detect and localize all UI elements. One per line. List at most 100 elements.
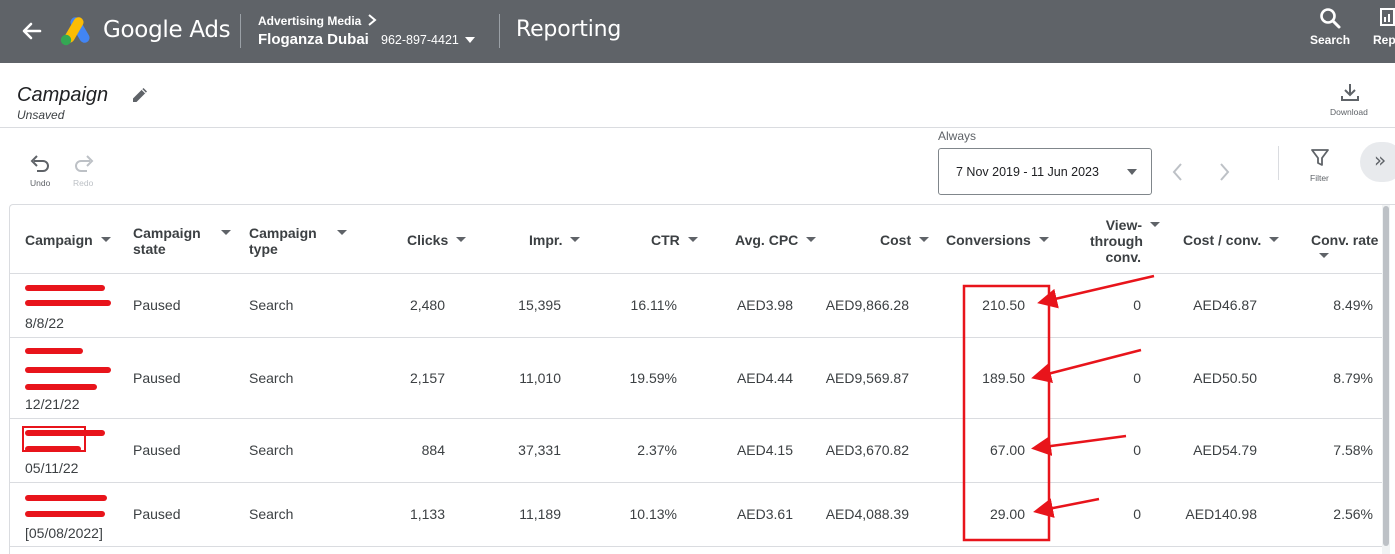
clicks-value: 2,157 — [409, 370, 445, 386]
sort-caret-icon — [336, 229, 347, 235]
ctr-value: 2.37% — [637, 442, 677, 458]
undo-button-label[interactable]: Undo — [30, 178, 50, 188]
column-header-impressions[interactable]: Impr. — [529, 232, 581, 248]
redaction-mark — [25, 300, 111, 306]
campaign-type: Search — [249, 297, 294, 313]
column-header-ctr[interactable]: CTR — [651, 232, 698, 248]
view-through-conv-value: 0 — [1133, 370, 1141, 386]
sort-caret-icon — [570, 236, 581, 242]
column-header-campaign-state[interactable]: Campaign state — [133, 225, 231, 257]
redo-icon[interactable] — [73, 153, 95, 173]
conversions-value: 189.50 — [982, 370, 1025, 386]
sort-caret-icon — [1269, 236, 1280, 242]
divider — [10, 418, 1382, 419]
date-preset-label: Always — [938, 129, 977, 143]
download-icon[interactable] — [1339, 81, 1361, 103]
divider — [10, 337, 1382, 338]
divider — [499, 14, 500, 48]
cost-per-conv-value: AED46.87 — [1193, 297, 1257, 313]
sort-caret-icon — [456, 236, 467, 242]
redo-button-label[interactable]: Redo — [73, 178, 93, 188]
parent-account[interactable]: Advertising Media — [258, 14, 361, 28]
view-through-conv-value: 0 — [1133, 297, 1141, 313]
section-title: Reporting — [516, 17, 622, 42]
expand-panel-button[interactable]: » — [1360, 142, 1395, 182]
clicks-value: 1,133 — [409, 506, 445, 522]
conv-rate-value: 2.56% — [1333, 506, 1373, 522]
conversions-value: 67.00 — [989, 442, 1025, 458]
column-header-cost[interactable]: Cost — [880, 232, 930, 248]
clicks-value: 884 — [421, 442, 445, 458]
undo-icon[interactable] — [29, 153, 51, 173]
sort-caret-icon — [687, 236, 698, 242]
cost-value: AED3,670.82 — [825, 442, 909, 458]
ctr-value: 10.13% — [629, 506, 677, 522]
column-header-view-through-conv[interactable]: View- through conv. — [1090, 217, 1160, 265]
impressions-value: 11,010 — [519, 370, 561, 386]
column-header-avg-cpc[interactable]: Avg. CPC — [735, 232, 817, 248]
avg-cpc-value: AED4.15 — [736, 442, 793, 458]
impressions-value: 37,331 — [518, 442, 561, 458]
column-header-cost-per-conv[interactable]: Cost / conv. — [1183, 232, 1280, 248]
filter-button-label[interactable]: Filter — [1310, 173, 1329, 183]
account-dropdown-icon[interactable] — [464, 36, 476, 44]
cost-value: AED9,866.28 — [825, 297, 909, 313]
campaign-state: Paused — [133, 442, 181, 458]
redaction-mark — [25, 285, 105, 291]
sort-caret-icon — [806, 236, 817, 242]
divider — [0, 127, 1395, 128]
impressions-value: 11,189 — [519, 506, 561, 522]
back-arrow-icon[interactable] — [18, 17, 46, 45]
date-range-selector[interactable]: 7 Nov 2019 - 11 Jun 2023 — [938, 148, 1152, 195]
report-status: Unsaved — [17, 108, 65, 122]
chevron-right-icon — [368, 14, 377, 26]
ctr-value: 16.11% — [630, 297, 677, 313]
account-id[interactable]: 962-897-4421 — [381, 33, 459, 47]
divider — [10, 482, 1382, 483]
chevron-left-icon[interactable] — [1170, 161, 1186, 183]
redaction-mark — [25, 384, 97, 390]
redaction-mark — [25, 430, 105, 436]
reports-icon[interactable] — [1380, 8, 1395, 26]
column-header-clicks[interactable]: Clicks — [407, 232, 467, 248]
filter-icon[interactable] — [1310, 148, 1330, 168]
app-name: Google Ads — [103, 17, 231, 43]
avg-cpc-value: AED3.61 — [736, 506, 793, 522]
report-title: Campaign — [17, 84, 109, 106]
chevron-right-icon[interactable] — [1216, 161, 1232, 183]
reports-button-label[interactable]: Rep — [1373, 33, 1395, 47]
search-icon[interactable] — [1318, 6, 1342, 30]
column-header-conversions[interactable]: Conversions — [946, 232, 1049, 248]
column-header-campaign[interactable]: Campaign — [25, 232, 111, 248]
download-button-label[interactable]: Download — [1330, 107, 1368, 117]
conv-rate-value: 8.49% — [1333, 297, 1373, 313]
conversions-value: 210.50 — [982, 297, 1025, 313]
caret-down-icon — [1127, 169, 1137, 175]
campaign-state: Paused — [133, 506, 181, 522]
cost-value: AED4,088.39 — [825, 506, 909, 522]
column-header-conv-rate[interactable]: Conv. rate — [1311, 232, 1395, 264]
sort-caret-icon — [100, 236, 111, 242]
account-name[interactable]: Floganza Dubai — [258, 31, 369, 48]
avg-cpc-value: AED3.98 — [736, 297, 793, 313]
campaign-type: Search — [249, 506, 294, 522]
divider — [1278, 146, 1279, 180]
sort-caret-icon — [1150, 221, 1160, 227]
pencil-edit-icon[interactable] — [130, 85, 150, 105]
ctr-value: 19.59% — [629, 370, 677, 386]
clicks-value: 2,480 — [409, 297, 445, 313]
redaction-mark — [25, 348, 83, 354]
sort-caret-icon — [919, 236, 930, 242]
divider — [10, 273, 1382, 274]
view-through-conv-value: 0 — [1133, 506, 1141, 522]
top-bar: Google Ads Advertising Media Floganza Du… — [0, 0, 1395, 63]
double-chevron-right-icon: » — [1374, 148, 1387, 172]
cost-value: AED9,569.87 — [825, 370, 909, 386]
search-button-label[interactable]: Search — [1310, 33, 1350, 47]
campaign-state: Paused — [133, 370, 181, 386]
google-ads-logo-icon[interactable] — [60, 16, 94, 46]
campaign-state: Paused — [133, 297, 181, 313]
cost-per-conv-value: AED54.79 — [1193, 442, 1257, 458]
column-header-campaign-type[interactable]: Campaign type — [249, 225, 347, 257]
conversions-value: 29.00 — [989, 506, 1025, 522]
